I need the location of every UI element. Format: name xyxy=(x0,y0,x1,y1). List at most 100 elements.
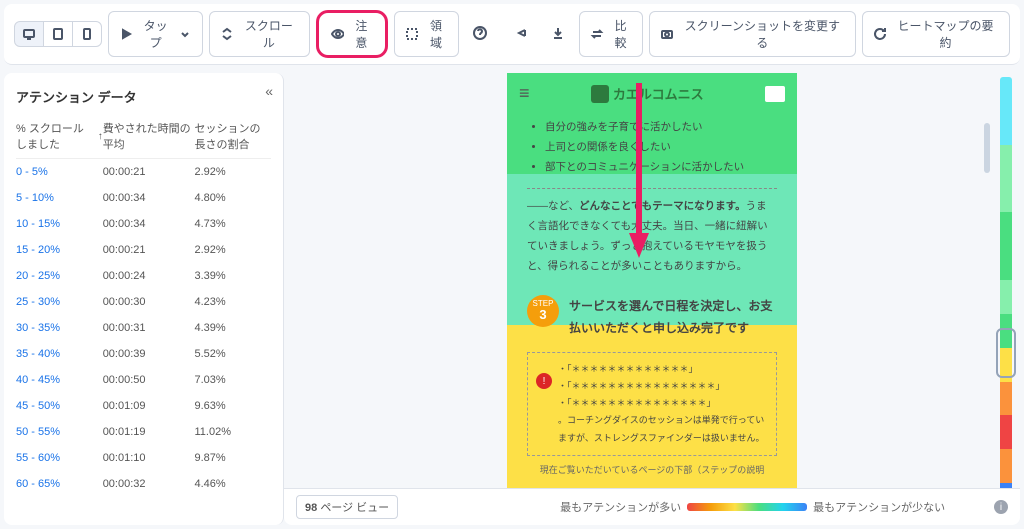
cell-range: 0 - 5% xyxy=(16,166,103,178)
bottom-bar: 98 ページ ビュー 最もアテンションが多い 最もアテンションが少ない i xyxy=(284,488,1020,525)
table-row[interactable]: 40 - 45%00:00:507.03% xyxy=(16,367,271,393)
heatmap-legend: 最もアテンションが多い 最もアテンションが少ない xyxy=(560,499,945,515)
cell-time: 00:00:30 xyxy=(103,296,195,308)
download-icon xyxy=(551,26,565,40)
share-icon xyxy=(515,26,529,40)
pageview-badge: 98 ページ ビュー xyxy=(296,495,398,519)
cell-pct: 11.02% xyxy=(194,426,271,438)
bullet-item: 自分の強みを子育てに活かしたい xyxy=(545,118,777,138)
help-icon xyxy=(473,26,487,40)
heatmap-minimap[interactable] xyxy=(1000,77,1012,488)
cell-range: 5 - 10% xyxy=(16,192,103,204)
heatmap-summary-label: ヒートマップの要約 xyxy=(892,17,999,51)
cell-time: 00:00:34 xyxy=(103,192,195,204)
table-row[interactable]: 25 - 30%00:00:304.23% xyxy=(16,289,271,315)
minimap-segment xyxy=(1000,280,1012,314)
area-button[interactable]: 領域 xyxy=(394,11,459,57)
cell-range: 20 - 25% xyxy=(16,270,103,282)
table-row[interactable]: 35 - 40%00:00:395.52% xyxy=(16,341,271,367)
table-row[interactable]: 45 - 50%00:01:099.63% xyxy=(16,393,271,419)
minimap-segment xyxy=(1000,382,1012,416)
minimap-segment xyxy=(1000,145,1012,179)
share-button[interactable] xyxy=(507,21,537,48)
cell-pct: 7.03% xyxy=(194,374,271,386)
minimap-segment xyxy=(1000,77,1012,111)
device-mobile-button[interactable] xyxy=(72,21,102,47)
attention-table: % スクロールしました↑ 費やされた時間の平均 セッションの長さの割合 0 - … xyxy=(16,120,271,497)
preview-footer-text: 現在ご覧いただいているページの下部（ステップの説明 xyxy=(527,462,777,479)
minimap-viewport-indicator[interactable] xyxy=(996,328,1016,378)
col-scroll-pct[interactable]: % スクロールしました↑ xyxy=(16,120,103,152)
minimap-segment xyxy=(1000,111,1012,145)
cell-time: 00:00:50 xyxy=(103,374,195,386)
attention-button[interactable]: 注意 xyxy=(316,10,389,58)
brand: カエルコムニス xyxy=(591,84,704,103)
table-row[interactable]: 50 - 55%00:01:1911.02% xyxy=(16,419,271,445)
table-row[interactable]: 0 - 5%00:00:212.92% xyxy=(16,159,271,185)
scroll-icon xyxy=(220,27,234,41)
desktop-icon xyxy=(22,27,36,41)
legend-least-label: 最もアテンションが少ない xyxy=(813,499,945,515)
cell-range: 40 - 45% xyxy=(16,374,103,386)
divider: ――など、どんなことでもテーマになります。うまく言語化できなくても大丈夫。当日、… xyxy=(527,188,777,277)
cell-pct: 4.39% xyxy=(194,322,271,334)
eye-icon xyxy=(331,27,345,41)
device-desktop-button[interactable] xyxy=(14,21,44,47)
cell-pct: 2.92% xyxy=(194,244,271,256)
cell-pct: 9.63% xyxy=(194,400,271,412)
swap-icon xyxy=(590,27,604,41)
attention-data-panel: « アテンション データ % スクロールしました↑ 費やされた時間の平均 セッシ… xyxy=(4,73,284,525)
cell-range: 55 - 60% xyxy=(16,452,103,464)
change-screenshot-button[interactable]: スクリーンショットを変更する xyxy=(649,11,856,57)
cell-pct: 5.52% xyxy=(194,348,271,360)
area-label: 領域 xyxy=(424,17,448,51)
cell-pct: 4.46% xyxy=(194,478,271,490)
panel-title: アテンション データ xyxy=(16,87,271,106)
table-header: % スクロールしました↑ 費やされた時間の平均 セッションの長さの割合 xyxy=(16,120,271,159)
device-toggle-group xyxy=(14,21,102,47)
scroll-label: スクロール xyxy=(239,17,298,51)
table-row[interactable]: 60 - 65%00:00:324.46% xyxy=(16,471,271,497)
download-button[interactable] xyxy=(543,21,573,48)
cell-time: 00:00:34 xyxy=(103,218,195,230)
table-row[interactable]: 30 - 35%00:00:314.39% xyxy=(16,315,271,341)
step-box: STEP3 サービスを選んで日程を決定し、お支払いいただくと申し込み完了です xyxy=(527,289,777,347)
cell-time: 00:00:21 xyxy=(103,244,195,256)
cell-time: 00:00:39 xyxy=(103,348,195,360)
minimap-segment xyxy=(1000,212,1012,246)
table-row[interactable]: 15 - 20%00:00:212.92% xyxy=(16,237,271,263)
heatmap-summary-button[interactable]: ヒートマップの要約 xyxy=(862,11,1010,57)
cell-range: 45 - 50% xyxy=(16,400,103,412)
collapse-sidebar-button[interactable]: « xyxy=(265,83,273,99)
col-avg-time[interactable]: 費やされた時間の平均 xyxy=(103,120,195,152)
brand-logo-icon xyxy=(591,85,609,103)
cell-time: 00:00:21 xyxy=(103,166,195,178)
table-row[interactable]: 55 - 60%00:01:109.87% xyxy=(16,445,271,471)
device-tablet-button[interactable] xyxy=(43,21,73,47)
note-box: ! ・「＊＊＊＊＊＊＊＊＊＊＊＊＊」 ・「＊＊＊＊＊＊＊＊＊＊＊＊＊＊＊＊」 ・… xyxy=(527,352,777,455)
table-row[interactable]: 10 - 15%00:00:344.73% xyxy=(16,211,271,237)
cell-range: 15 - 20% xyxy=(16,244,103,256)
table-row[interactable]: 20 - 25%00:00:243.39% xyxy=(16,263,271,289)
cell-range: 25 - 30% xyxy=(16,296,103,308)
table-row[interactable]: 5 - 10%00:00:344.80% xyxy=(16,185,271,211)
scroll-button[interactable]: スクロール xyxy=(209,11,309,57)
compare-button[interactable]: 比較 xyxy=(579,11,644,57)
cell-pct: 9.87% xyxy=(194,452,271,464)
top-toolbar: タップ スクロール 注意 領域 比較 スクリーンショットを変更する ヒートマップ… xyxy=(4,4,1020,65)
change-screenshot-label: スクリーンショットを変更する xyxy=(679,17,845,51)
cell-pct: 4.23% xyxy=(194,296,271,308)
step-badge: STEP3 xyxy=(527,295,559,327)
cell-time: 00:00:31 xyxy=(103,322,195,334)
minimap-segment xyxy=(1000,483,1012,488)
info-icon[interactable]: i xyxy=(994,500,1008,514)
tap-button[interactable]: タップ xyxy=(108,11,203,57)
col-session-pct[interactable]: セッションの長さの割合 xyxy=(194,120,271,152)
tap-label: タップ xyxy=(138,17,174,51)
cell-range: 35 - 40% xyxy=(16,348,103,360)
scrollbar[interactable] xyxy=(984,83,990,488)
minimap-segment xyxy=(1000,449,1012,483)
help-button[interactable] xyxy=(465,21,495,48)
cell-pct: 4.73% xyxy=(194,218,271,230)
hamburger-icon: ≡ xyxy=(519,83,530,104)
